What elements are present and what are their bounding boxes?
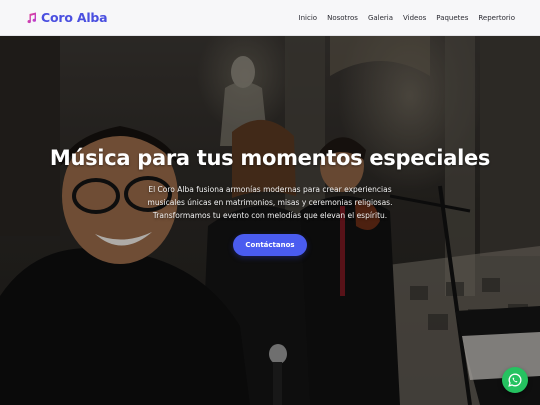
nav-paquetes[interactable]: Paquetes bbox=[436, 14, 468, 22]
nav-galeria[interactable]: Galeria bbox=[368, 14, 393, 22]
nav-repertorio[interactable]: Repertorio bbox=[478, 14, 515, 22]
contact-button[interactable]: Contáctanos bbox=[233, 234, 307, 256]
navbar: Coro Alba Inicio Nosotros Galeria Videos… bbox=[0, 0, 540, 36]
main-nav: Inicio Nosotros Galeria Videos Paquetes … bbox=[299, 14, 515, 22]
hero-title: Música para tus momentos especiales bbox=[49, 146, 491, 170]
brand-name: Coro Alba bbox=[41, 10, 108, 25]
whatsapp-icon bbox=[508, 373, 522, 387]
nav-inicio[interactable]: Inicio bbox=[299, 14, 318, 22]
whatsapp-button[interactable] bbox=[502, 367, 528, 393]
music-note-icon bbox=[27, 12, 37, 23]
nav-nosotros[interactable]: Nosotros bbox=[327, 14, 358, 22]
brand-logo[interactable]: Coro Alba bbox=[26, 10, 108, 25]
hero-subtitle: El Coro Alba fusiona armonías modernas p… bbox=[147, 185, 393, 220]
nav-videos[interactable]: Videos bbox=[403, 14, 426, 22]
hero-section: Música para tus momentos especiales El C… bbox=[0, 36, 540, 405]
